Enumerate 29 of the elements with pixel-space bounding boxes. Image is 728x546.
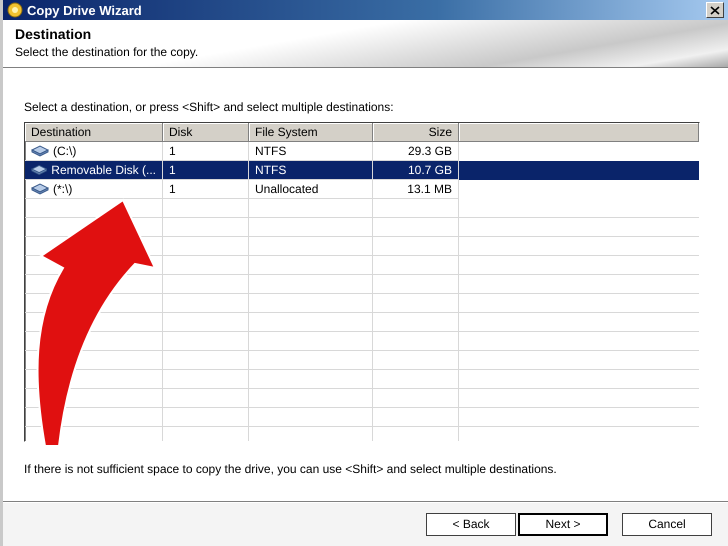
table-cell: 1: [163, 180, 249, 199]
drive-icon: [31, 164, 48, 176]
window-title: Copy Drive Wizard: [27, 2, 143, 18]
close-button[interactable]: [706, 2, 724, 18]
page-subtitle: Select the destination for the copy.: [15, 45, 200, 59]
column-header[interactable]: File System: [249, 123, 373, 142]
table-cell: (*:\): [53, 182, 72, 196]
drive-icon: [31, 183, 49, 195]
hint-text: If there is not sufficient space to copy the drive, you can use <Shift> and select multiple destinations.: [24, 462, 558, 476]
table-cell: NTFS: [249, 161, 373, 180]
table-cell: 1: [163, 161, 249, 180]
page-title: Destination: [15, 26, 92, 42]
table-cell: 13.1 MB: [373, 180, 459, 199]
table-cell: 10.7 GB: [373, 161, 459, 180]
table-row[interactable]: Removable Disk (... 1 NTFS 10.7 GB: [25, 161, 699, 180]
column-header[interactable]: Size: [373, 123, 459, 142]
wizard-button[interactable]: < Back: [426, 512, 516, 536]
table-cell: (C:\): [53, 144, 76, 158]
table-cell: Removable Disk (...: [51, 163, 156, 177]
wizard-button[interactable]: Next >: [518, 512, 608, 536]
instruction-text: Select a destination, or press <Shift> and select multiple destinations:: [24, 100, 395, 114]
drive-icon: [31, 145, 49, 157]
table-cell: Unallocated: [249, 180, 373, 199]
table-row[interactable]: (*:\) 1 Unallocated 13.1 MB: [25, 180, 699, 199]
column-header[interactable]: Disk: [163, 123, 249, 142]
wizard-button[interactable]: Cancel: [622, 512, 712, 536]
column-header[interactable]: Destination: [25, 123, 163, 142]
close-icon: [710, 6, 720, 14]
wizard-icon: [7, 2, 23, 18]
